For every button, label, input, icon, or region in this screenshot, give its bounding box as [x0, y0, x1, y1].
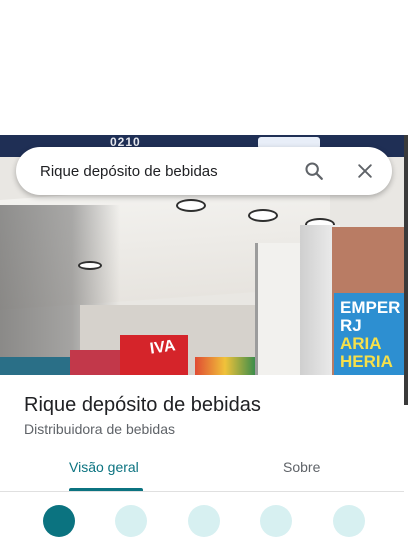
- place-category: Distribuidora de bebidas: [24, 421, 175, 437]
- banner-line: HERIA: [340, 352, 393, 371]
- ceiling-light: [248, 209, 278, 222]
- store-banner: EMPER RJ ARIA HERIA: [334, 293, 404, 375]
- close-icon: [358, 164, 372, 178]
- banner-line: EMPER: [340, 298, 401, 317]
- ceiling-light: [176, 199, 206, 212]
- search-input[interactable]: [40, 147, 290, 195]
- search-button[interactable]: [300, 157, 328, 185]
- tab-about[interactable]: Sobre: [283, 459, 320, 475]
- shelf-items: [195, 357, 255, 375]
- search-box: [16, 147, 392, 195]
- scrollbar[interactable]: [404, 135, 408, 405]
- tab-overview[interactable]: Visão geral: [69, 459, 139, 475]
- banner-line: ARIA: [340, 334, 382, 353]
- clear-search-button[interactable]: [351, 157, 379, 185]
- top-blank-area: [0, 0, 408, 135]
- search-icon: [305, 162, 323, 180]
- place-info-panel: Rique depósito de bebidas Distribuidora …: [0, 375, 404, 537]
- tabs-divider: [0, 491, 404, 492]
- shelf: [0, 357, 80, 375]
- banner-line: RJ: [340, 316, 362, 335]
- storefront-sign-number: 0210: [110, 135, 141, 149]
- ceiling-light: [78, 261, 102, 270]
- fridge-logo-text: IVA: [148, 337, 177, 358]
- crates: [70, 350, 125, 375]
- place-title: Rique depósito de bebidas: [24, 394, 261, 416]
